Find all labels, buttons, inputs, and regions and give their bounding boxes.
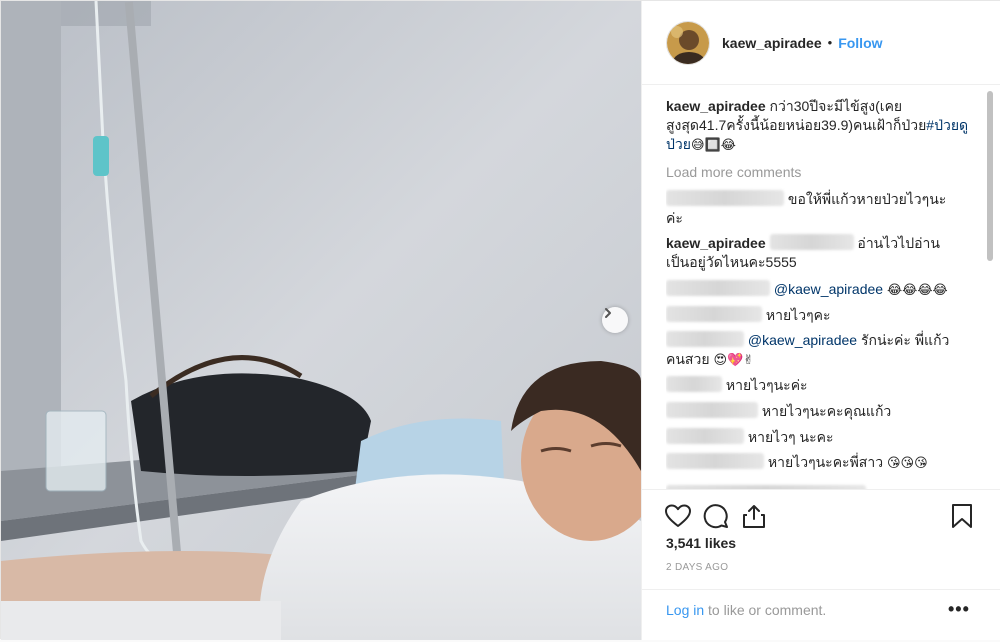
bookmark-icon [952,504,972,528]
comment-emoji: 😂😂😂😂 [886,283,948,298]
comment: @kaew_apiradee รักน่ะค่ะ พี่แก้ว คนสวย 😍… [666,331,978,370]
comment-username[interactable]: kaew_apiradee [666,235,766,251]
comment-mention[interactable]: @kaew_apiradee [774,281,883,297]
blurred-username [666,331,744,347]
caption-username[interactable]: kaew_apiradee [666,98,766,114]
login-rest-text: to like or comment. [704,602,827,618]
comment-text-cont: เป็นอยู่วัดไหนคะ5555 [666,254,797,270]
comment-text: หายไวๆนะค่ะ [725,377,808,393]
comment-text: หายไวๆนะคะพี่สาว [767,454,884,470]
comment-text-cont: ค่ะ [666,210,683,226]
like-button[interactable] [662,500,694,532]
login-link[interactable]: Log in [666,602,704,618]
avatar[interactable] [666,20,710,65]
hospital-photo-illustration [1,1,641,640]
chevron-right-icon [605,308,611,318]
comment-emoji: 😘😘😘 [886,456,928,471]
comment-button[interactable] [700,500,732,532]
comment: หายไวๆนะค่ะ [666,376,978,395]
comments-scrollbar[interactable] [986,89,994,485]
likes-count[interactable]: 3,541 likes [666,535,736,551]
comment-partial [666,479,978,489]
post-photo[interactable] [1,1,641,640]
blurred-username [666,428,744,444]
comment-text: หายไวๆ นะคะ [747,429,834,445]
blurred-username [666,306,762,322]
username-link[interactable]: kaew_apiradee [722,35,822,51]
instagram-post: kaew_apiradee • Follow kaew_apiradee กว่… [0,0,1000,640]
comment: หายไวๆ นะคะ [666,428,978,447]
blurred-username [666,453,764,469]
post-actions: 3,541 likes 2 DAYS AGO Log in to like or… [642,489,1000,641]
comments-list[interactable]: kaew_apiradee กว่า30ปีจะมีไข้สูง(เคยสูงส… [666,97,978,489]
comment-text: ขอให้พี่แก้วหายป่วยไวๆนะ [787,191,947,207]
comment-text-cont: คนสวย [666,351,710,367]
heart-icon [665,504,691,527]
comment: ขอให้พี่แก้วหายป่วยไวๆนะ ค่ะ [666,190,978,228]
caption: kaew_apiradee กว่า30ปีจะมีไข้สูง(เคยสูงส… [666,97,978,155]
comment-text: หายไวๆนะคะคุณแก้ว [761,403,892,419]
avatar-image [667,21,709,64]
blurred-username [666,376,722,392]
blurred-username [666,190,784,206]
comment: @kaew_apiradee 😂😂😂😂 [666,280,978,300]
share-button[interactable] [738,500,770,532]
blurred-mention [769,234,854,250]
caption-emoji: 😅🔲😂 [690,138,736,153]
post-timestamp[interactable]: 2 DAYS AGO [666,562,728,573]
load-more-comments-button[interactable]: Load more comments [666,163,978,182]
blurred-username [666,280,770,296]
separator-dot: • [827,35,833,50]
comment-mention[interactable]: @kaew_apiradee [748,332,857,348]
more-options-button[interactable]: ••• [948,600,970,618]
scrollbar-thumb[interactable] [987,91,993,261]
comment: หายไวๆนะคะพี่สาว 😘😘😘 [666,453,978,473]
comment-icon [703,504,728,529]
post-header: kaew_apiradee • Follow [642,1,1000,85]
comment: หายไวๆนะคะคุณแก้ว [666,402,978,421]
comment-text: รักน่ะค่ะ พี่แก้ว [860,332,950,348]
save-button[interactable] [946,500,978,532]
blurred-username [666,402,758,418]
action-icons-row [658,496,986,536]
next-photo-button[interactable] [602,307,628,333]
comment-emoji: 😍💖✌ [713,353,755,368]
follow-button[interactable]: Follow [838,35,882,51]
share-icon [743,505,765,528]
comment-text: อ่านไวไปอ่าน [857,235,940,251]
login-text: Log in to like or comment. [666,602,826,618]
login-prompt: Log in to like or comment. ••• [642,589,1000,642]
comment: kaew_apiradee อ่านไวไปอ่าน เป็นอยู่วัดไห… [666,234,978,272]
post-side-panel: kaew_apiradee • Follow kaew_apiradee กว่… [641,1,1000,640]
comment-text: หายไวๆคะ [765,307,831,323]
load-more-label[interactable]: Load more comments [666,164,801,180]
comment: หายไวๆคะ [666,306,978,325]
